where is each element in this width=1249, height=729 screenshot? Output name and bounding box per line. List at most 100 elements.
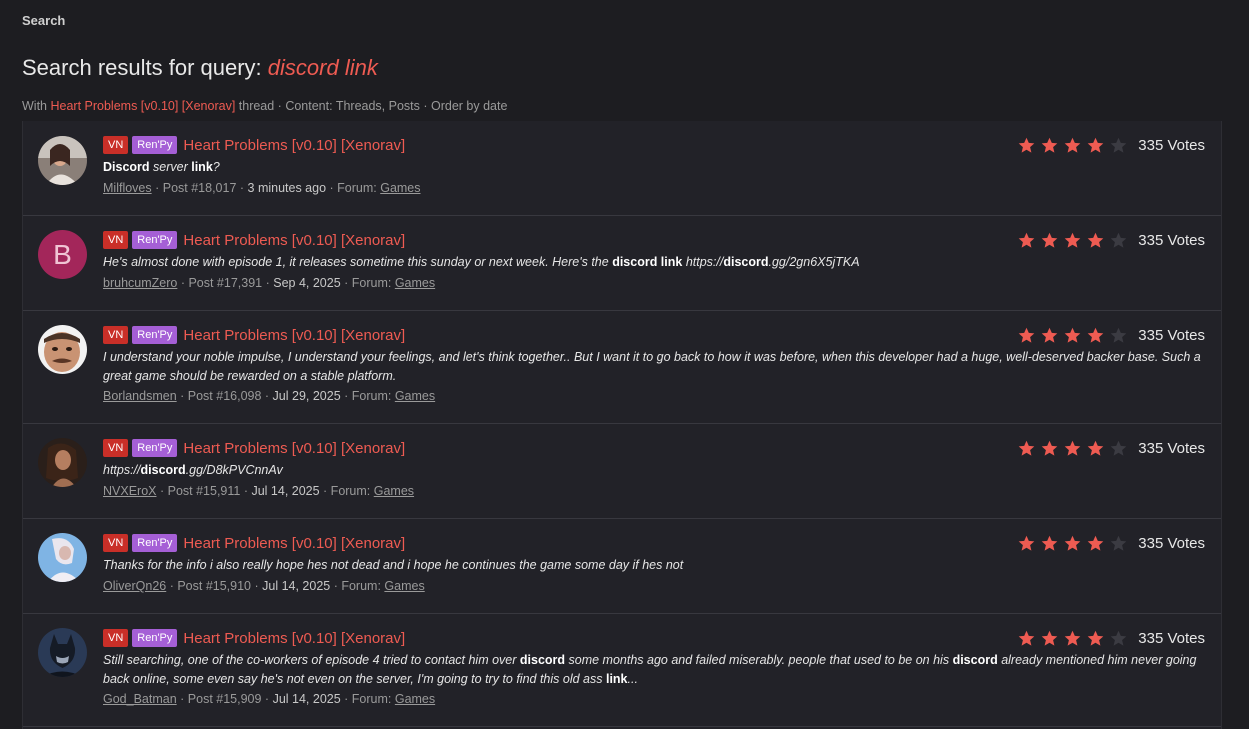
username-link[interactable]: Borlandsmen [103,389,177,403]
renpy-tag[interactable]: Ren'Py [132,231,178,249]
snippet-text: server [149,160,192,174]
post-number: · Post #18,017 · [151,181,248,195]
avatar[interactable] [38,628,87,677]
snippet-text: Still searching, one of the co-workers o… [103,653,520,667]
user-photo-avatar-icon [38,438,87,487]
post-date: Jul 14, 2025 [272,692,341,706]
vn-tag[interactable]: VN [103,136,129,154]
star-filled-icon [1064,232,1081,248]
star-filled-icon [1087,535,1104,551]
forum-prefix: · Forum: [319,484,374,498]
star-filled-icon [1041,535,1058,551]
renpy-tag[interactable]: Ren'Py [132,439,178,457]
star-empty-icon [1110,232,1127,248]
rating: 335 Votes [1018,230,1205,250]
star-filled-icon [1018,137,1035,153]
snippet-text: He's almost done with episode 1, it rele… [103,255,613,269]
filter-thread-link[interactable]: Heart Problems [v0.10] [Xenorav] [50,99,235,113]
forum-prefix: · Forum: [340,692,395,706]
result-item[interactable]: VN Ren'Py Heart Problems [v0.10] [Xenora… [23,519,1221,614]
snippet-highlight: discord [723,255,769,269]
renpy-tag[interactable]: Ren'Py [132,326,178,344]
star-filled-icon [1087,630,1104,646]
username-link[interactable]: bruhcumZero [103,276,177,290]
renpy-tag[interactable]: Ren'Py [132,136,178,154]
search-filters: With Heart Problems [v0.10] [Xenorav] th… [22,99,507,113]
post-number: · Post #17,391 · [177,276,274,290]
renpy-tag[interactable]: Ren'Py [132,534,178,552]
star-filled-icon [1064,440,1081,456]
star-filled-icon [1064,535,1081,551]
result-header: VN Ren'Py Heart Problems [v0.10] [Xenora… [103,135,405,155]
avatar[interactable]: B [38,230,87,279]
post-meta: Borlandsmen · Post #16,098 · Jul 29, 202… [103,389,435,403]
vn-tag[interactable]: VN [103,629,129,647]
forum-link[interactable]: Games [380,181,420,195]
thread-title-link[interactable]: Heart Problems [v0.10] [Xenorav] [183,535,405,552]
thread-title-link[interactable]: Heart Problems [v0.10] [Xenorav] [183,137,405,154]
post-date: Sep 4, 2025 [273,276,341,290]
votes-count: 335 Votes [1138,439,1205,457]
result-item[interactable]: VN Ren'Py Heart Problems [v0.10] [Xenora… [23,311,1221,424]
avatar[interactable] [38,533,87,582]
breadcrumb[interactable]: Search [22,13,65,28]
snippet-text: https:// [103,463,141,477]
avatar[interactable] [38,136,87,185]
result-header: VN Ren'Py Heart Problems [v0.10] [Xenora… [103,628,405,648]
snippet-highlight: Discord [103,160,150,174]
forum-link[interactable]: Games [395,692,435,706]
vn-tag[interactable]: VN [103,439,129,457]
forum-link[interactable]: Games [395,276,435,290]
snippet-highlight: discord [952,653,998,667]
vn-tag[interactable]: VN [103,534,129,552]
username-link[interactable]: Milfloves [103,181,152,195]
votes-count: 335 Votes [1138,326,1205,344]
forum-link[interactable]: Games [374,484,414,498]
forum-link[interactable]: Games [384,579,424,593]
votes-count: 335 Votes [1138,136,1205,154]
post-date: 3 minutes ago [247,181,327,195]
vn-tag[interactable]: VN [103,231,129,249]
post-snippet: Thanks for the info i also really hope h… [103,556,1203,575]
snippet-highlight: discord link [612,255,683,269]
username-link[interactable]: OliverQn26 [103,579,166,593]
star-filled-icon [1018,535,1035,551]
result-item[interactable]: VN Ren'Py Heart Problems [v0.10] [Xenora… [23,424,1221,519]
user-photo-avatar-icon [38,628,87,677]
username-link[interactable]: God_Batman [103,692,177,706]
vn-tag[interactable]: VN [103,326,129,344]
result-item[interactable]: VN Ren'Py Heart Problems [v0.10] [Xenora… [23,121,1221,216]
avatar[interactable] [38,438,87,487]
forum-prefix: · Forum: [326,181,381,195]
snippet-text: ... [627,672,638,686]
renpy-tag[interactable]: Ren'Py [132,629,178,647]
star-empty-icon [1110,327,1127,343]
username-link[interactable]: NVXEroX [103,484,157,498]
star-filled-icon [1087,232,1104,248]
star-filled-icon [1041,327,1058,343]
post-date: Jul 29, 2025 [272,389,341,403]
thread-title-link[interactable]: Heart Problems [v0.10] [Xenorav] [183,232,405,249]
forum-link[interactable]: Games [395,389,435,403]
user-photo-avatar-icon [38,136,87,185]
result-item[interactable]: VN Ren'Py Heart Problems [v0.10] [Xenora… [23,614,1221,727]
star-filled-icon [1041,440,1058,456]
thread-title-link[interactable]: Heart Problems [v0.10] [Xenorav] [183,630,405,647]
thread-title-link[interactable]: Heart Problems [v0.10] [Xenorav] [183,327,405,344]
snippet-highlight: link [605,672,628,686]
forum-prefix: · Forum: [330,579,385,593]
star-filled-icon [1041,137,1058,153]
search-query: discord link [267,55,378,80]
votes-count: 335 Votes [1138,629,1205,647]
avatar[interactable] [38,325,87,374]
post-meta: OliverQn26 · Post #15,910 · Jul 14, 2025… [103,579,425,593]
star-empty-icon [1110,440,1127,456]
thread-title-link[interactable]: Heart Problems [v0.10] [Xenorav] [183,440,405,457]
user-photo-avatar-icon [38,533,87,582]
result-item[interactable]: B VN Ren'Py Heart Problems [v0.10] [Xeno… [23,216,1221,311]
results-list: VN Ren'Py Heart Problems [v0.10] [Xenora… [22,121,1222,729]
star-filled-icon [1041,630,1058,646]
star-empty-icon [1110,137,1127,153]
star-filled-icon [1064,630,1081,646]
post-snippet: I understand your noble impulse, I under… [103,348,1203,386]
